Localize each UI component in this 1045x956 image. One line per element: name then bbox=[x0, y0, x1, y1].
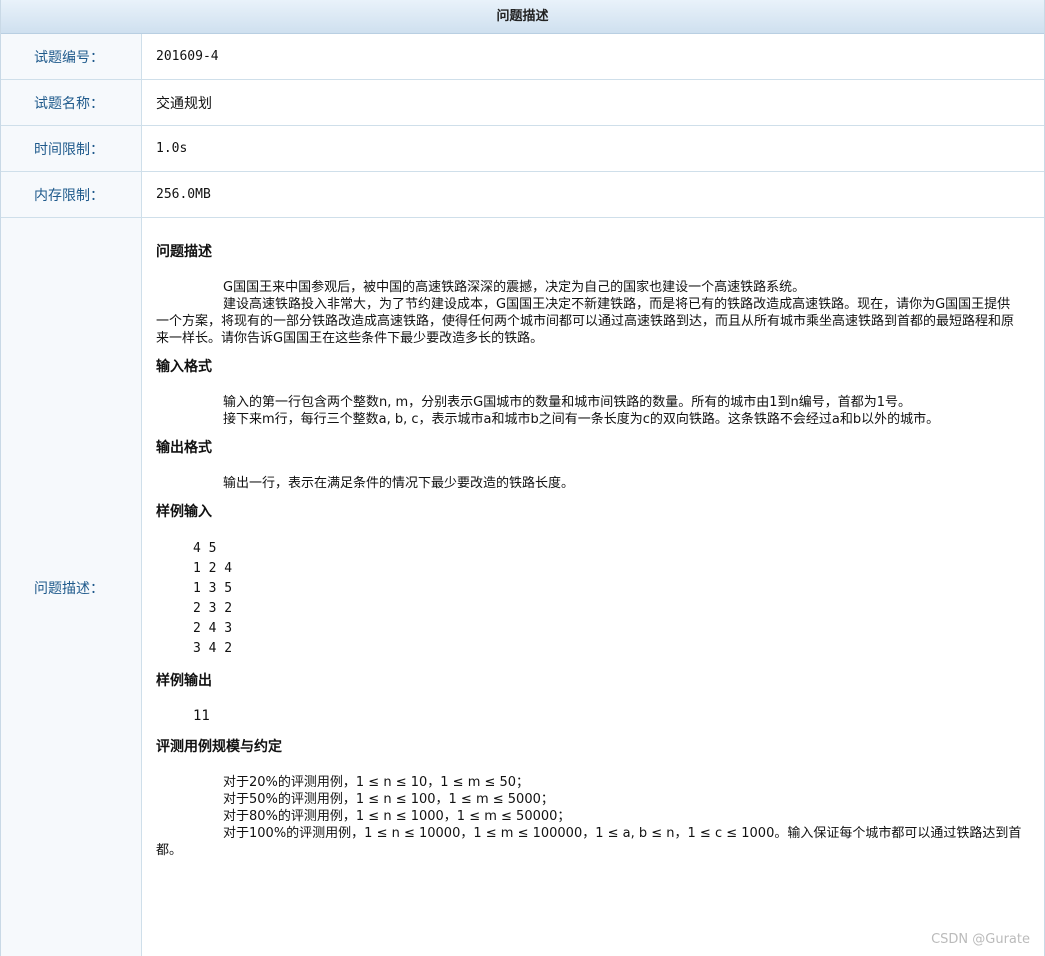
problem-page: 问题描述 试题编号： 201609-4 试题名称： 交通规划 时间限制： 1.0… bbox=[0, 0, 1045, 956]
label-problem-name: 试题名称： bbox=[1, 80, 142, 125]
sample-output-block: 11 bbox=[193, 708, 210, 724]
description-para-2: 建设高速铁路投入非常大，为了节约建设成本，G国国王决定不新建铁路，而是将已有的铁… bbox=[156, 297, 1015, 346]
input-para-2: 接下来m行，每行三个整数a, b, c，表示城市a和城市b之间有一条长度为c的双… bbox=[223, 412, 940, 427]
row-description: 问题描述： 问题描述 G国国王来中国参观后，被中国的高速铁路深深的震撼，决定为自… bbox=[1, 218, 1044, 956]
label-description: 问题描述： bbox=[1, 218, 142, 956]
section-title-scale: 评测用例规模与约定 bbox=[156, 739, 282, 755]
scale-line-3: 对于80%的评测用例，1 ≤ n ≤ 1000，1 ≤ m ≤ 50000； bbox=[223, 809, 571, 824]
label-memory-limit: 内存限制： bbox=[1, 172, 142, 217]
description-body: 问题描述 G国国王来中国参观后，被中国的高速铁路深深的震撼，决定为自己的国家也建… bbox=[142, 218, 1044, 956]
page-header: 问题描述 bbox=[1, 0, 1044, 34]
input-para-1: 输入的第一行包含两个整数n, m，分别表示G国城市的数量和城市间铁路的数量。所有… bbox=[223, 395, 912, 410]
value-problem-name: 交通规划 bbox=[156, 95, 212, 112]
section-title-description: 问题描述 bbox=[156, 244, 212, 260]
label-time-limit: 时间限制： bbox=[1, 126, 142, 171]
row-problem-id: 试题编号： 201609-4 bbox=[1, 34, 1044, 80]
section-title-sample-input: 样例输入 bbox=[156, 504, 212, 520]
section-title-output: 输出格式 bbox=[156, 440, 212, 456]
row-memory-limit: 内存限制： 256.0MB bbox=[1, 172, 1044, 218]
description-para-1: G国国王来中国参观后，被中国的高速铁路深深的震撼，决定为自己的国家也建设一个高速… bbox=[223, 280, 806, 295]
label-problem-id: 试题编号： bbox=[1, 34, 142, 79]
scale-line-4: 对于100%的评测用例，1 ≤ n ≤ 10000，1 ≤ m ≤ 100000… bbox=[156, 826, 1022, 858]
row-time-limit: 时间限制： 1.0s bbox=[1, 126, 1044, 172]
section-title-input: 输入格式 bbox=[156, 359, 212, 375]
scale-line-1: 对于20%的评测用例，1 ≤ n ≤ 10，1 ≤ m ≤ 50； bbox=[223, 775, 530, 790]
value-time-limit: 1.0s bbox=[156, 141, 188, 156]
row-problem-name: 试题名称： 交通规划 bbox=[1, 80, 1044, 126]
value-problem-id: 201609-4 bbox=[156, 49, 219, 64]
watermark: CSDN @Gurate bbox=[931, 932, 1030, 947]
output-para: 输出一行，表示在满足条件的情况下最少要改造的铁路长度。 bbox=[223, 476, 575, 491]
section-title-sample-output: 样例输出 bbox=[156, 673, 212, 689]
sample-input-block: 4 5 1 2 4 1 3 5 2 3 2 2 4 3 3 4 2 bbox=[193, 541, 233, 656]
scale-line-2: 对于50%的评测用例，1 ≤ n ≤ 100，1 ≤ m ≤ 5000； bbox=[223, 792, 554, 807]
value-memory-limit: 256.0MB bbox=[156, 187, 211, 202]
